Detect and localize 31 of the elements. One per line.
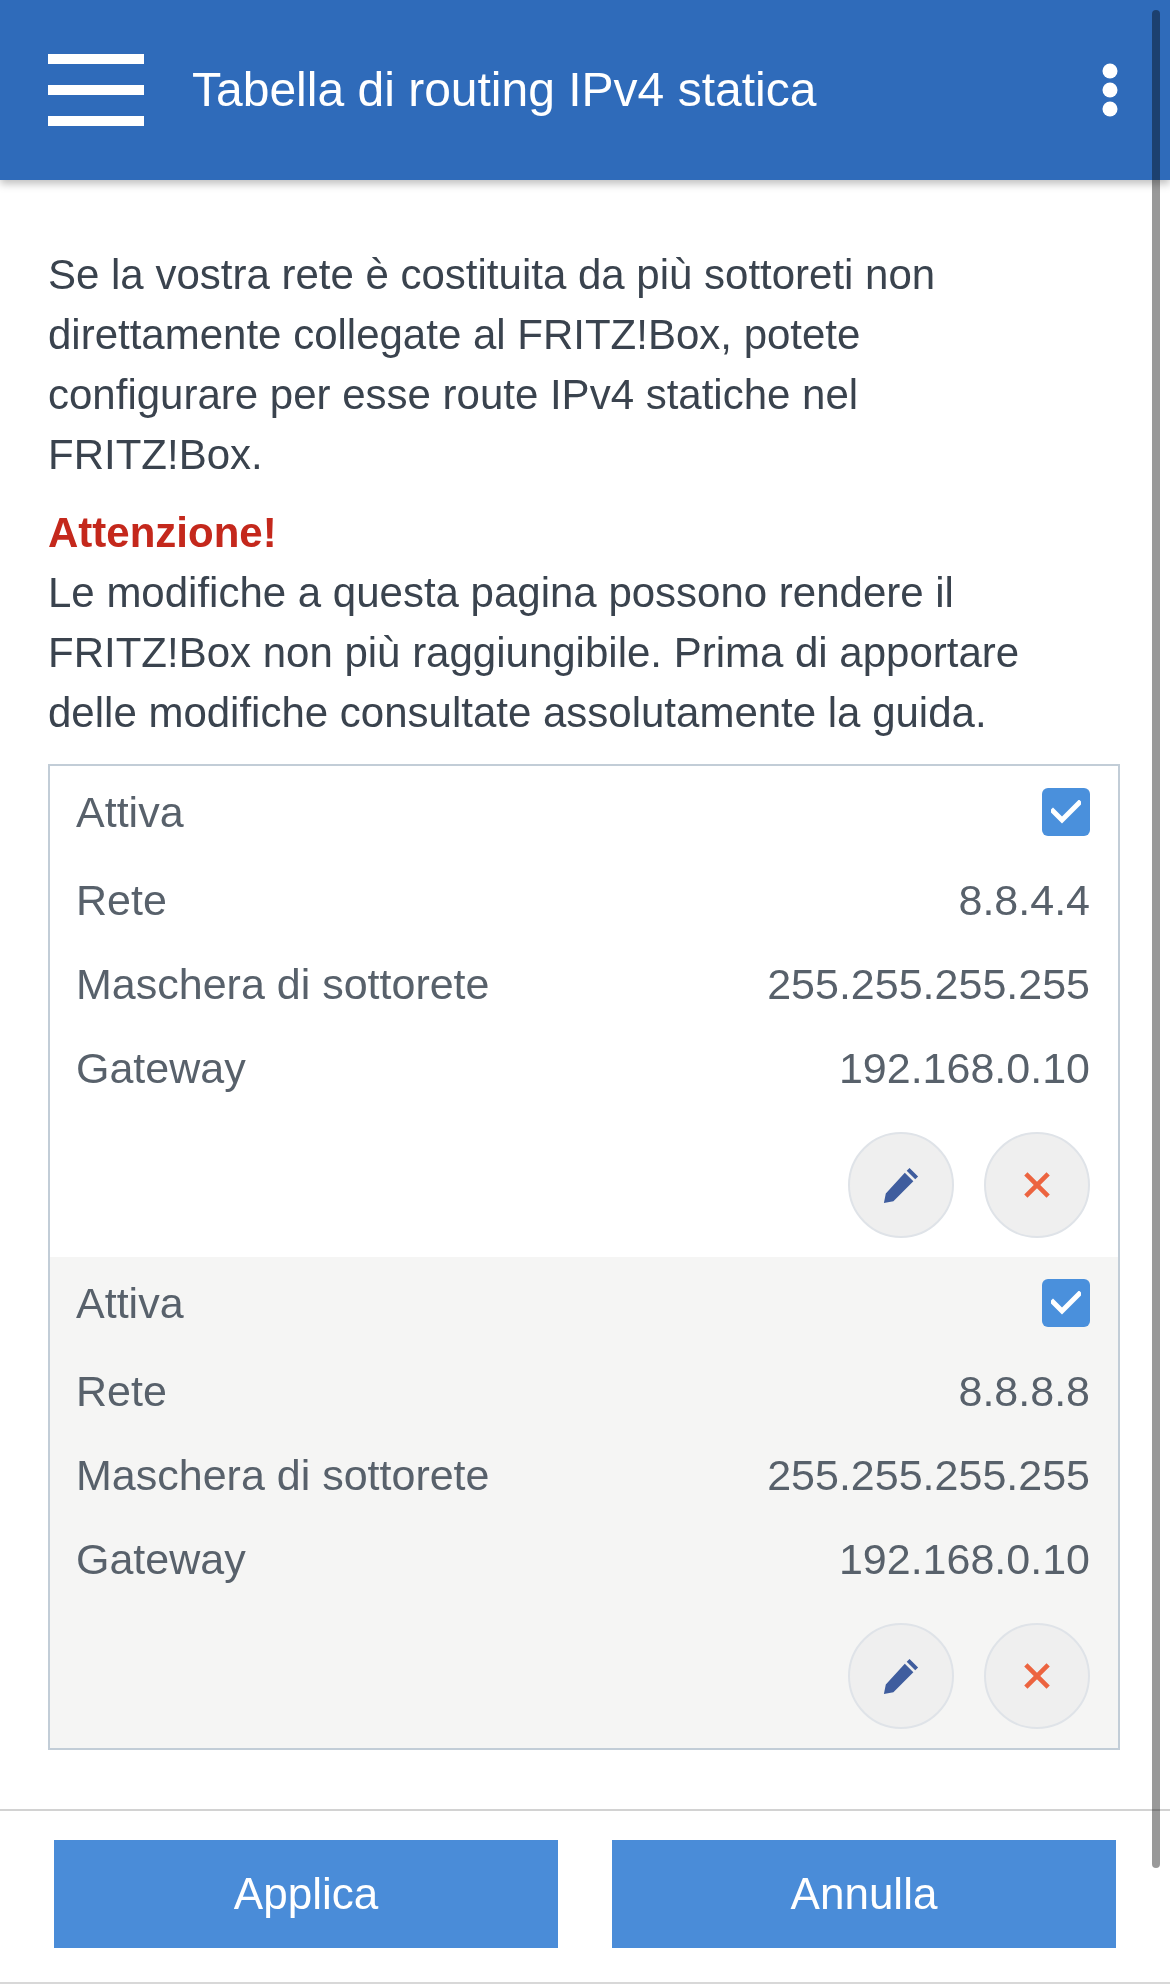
action-button[interactable]: Annulla xyxy=(612,1840,1116,1948)
pencil-icon xyxy=(882,1166,920,1204)
field-label: Gateway xyxy=(76,1043,246,1094)
field-label: Attiva xyxy=(76,787,184,838)
more-options-icon[interactable] xyxy=(1102,63,1118,117)
field-value: 192.168.0.10 xyxy=(838,1534,1090,1585)
field-label: Gateway xyxy=(76,1534,246,1585)
field-value: 192.168.0.10 xyxy=(838,1043,1090,1094)
field-value: 8.8.4.4 xyxy=(958,875,1090,926)
checkbox[interactable] xyxy=(1042,1279,1090,1327)
field-label: Rete xyxy=(76,1366,167,1417)
intro-text: Se la vostra rete è costituita da più sottoreti non direttamente collegate al FRITZ!Box, potete configurare per esse route IPv4 statiche nel FRITZ!Box. xyxy=(48,250,937,480)
field-label: Maschera di sottorete xyxy=(76,959,490,1010)
field-value: 8.8.8.8 xyxy=(958,1366,1090,1417)
field-label: Attiva xyxy=(76,1278,184,1329)
close-icon xyxy=(1024,1663,1050,1689)
field-value: 255.255.255.255 xyxy=(767,1450,1090,1501)
close-icon xyxy=(1024,1172,1050,1198)
checkbox[interactable] xyxy=(1042,788,1090,836)
field-label: Maschera di sottorete xyxy=(76,1450,490,1501)
warning-title: Attenzione! xyxy=(48,508,278,558)
menu-icon[interactable] xyxy=(48,54,144,126)
page-title: Tabella di routing IPv4 statica xyxy=(192,62,818,118)
pencil-icon xyxy=(882,1657,920,1695)
checkmark-icon xyxy=(1051,1291,1081,1315)
action-button[interactable]: Applica xyxy=(54,1840,558,1948)
field-value: 255.255.255.255 xyxy=(767,959,1090,1010)
scrollbar[interactable] xyxy=(1152,10,1160,1868)
field-label: Rete xyxy=(76,875,167,926)
checkmark-icon xyxy=(1051,800,1081,824)
warning-text: Le modifiche a questa pagina possono rendere il FRITZ!Box non più raggiungibile. Prima di apportare delle modifiche consultate assolutamente la guida. xyxy=(48,568,1021,738)
